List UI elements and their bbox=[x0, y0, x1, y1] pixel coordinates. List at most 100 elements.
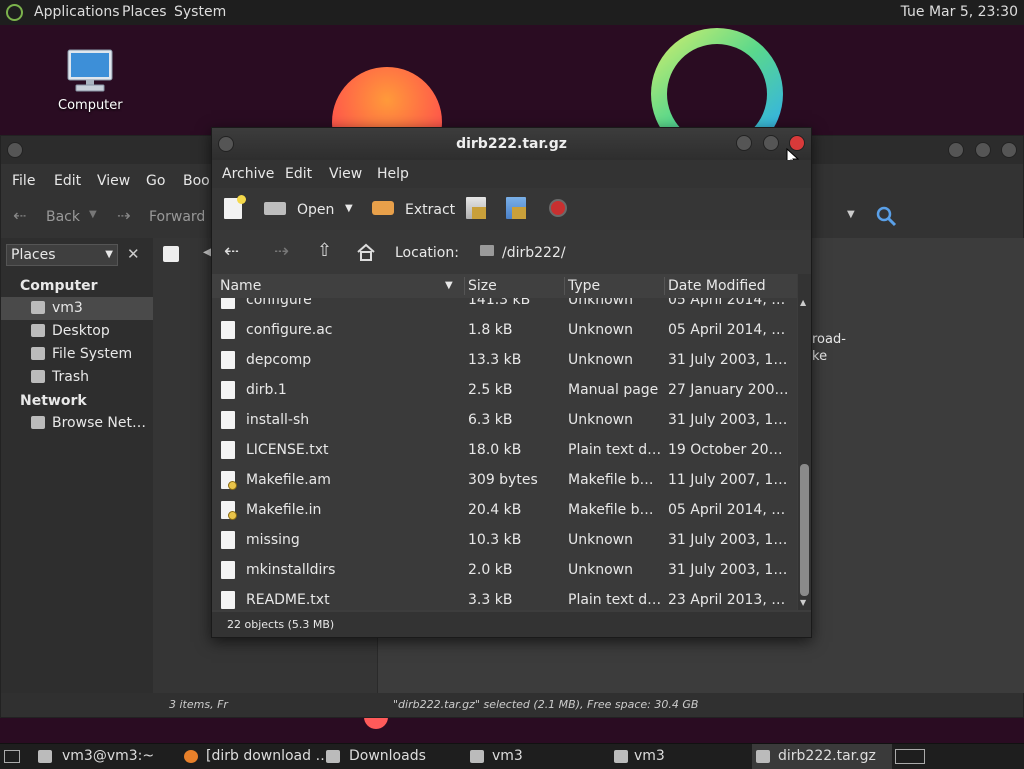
desktop-icon-computer[interactable]: Computer bbox=[58, 48, 123, 113]
close-sidebar-icon[interactable]: ✕ bbox=[127, 245, 140, 263]
task-terminal[interactable]: vm3@vm3:~ bbox=[34, 744, 174, 769]
add-files-icon[interactable] bbox=[466, 197, 486, 219]
minimize-button[interactable] bbox=[736, 135, 752, 151]
table-row[interactable]: dirb.1 2.5 kB Manual page 27 January 2009, … bbox=[212, 375, 797, 405]
table-row[interactable]: Makefile.am 309 bytes Makefile buil… 11 Jul… bbox=[212, 465, 797, 495]
file-icon bbox=[221, 561, 235, 579]
table-row[interactable]: configure.ac 1.8 kB Unknown 05 April 2014, … bbox=[212, 315, 797, 345]
new-archive-icon[interactable] bbox=[224, 195, 246, 219]
applications-menu[interactable]: Applications bbox=[34, 4, 120, 20]
archive-titlebar[interactable]: dirb222.tar.gz bbox=[212, 128, 811, 167]
back-arrow-icon[interactable]: ⇠ bbox=[13, 206, 26, 225]
maximize-button[interactable] bbox=[763, 135, 779, 151]
add-folder-icon[interactable] bbox=[506, 197, 526, 219]
menu-archive[interactable]: Archive bbox=[222, 166, 274, 182]
forward-button[interactable]: Forward bbox=[149, 209, 205, 225]
extract-icon[interactable] bbox=[372, 201, 394, 215]
file-list-header: Name ▼ Size Type Date Modified bbox=[212, 274, 797, 299]
sidebar-selector[interactable]: Places ▼ bbox=[6, 244, 118, 266]
file-icon bbox=[221, 321, 235, 339]
scroll-down-icon[interactable]: ▼ bbox=[800, 598, 806, 607]
column-header-size[interactable]: Size bbox=[468, 278, 497, 294]
places-menu[interactable]: Places bbox=[122, 4, 167, 20]
clock[interactable]: Tue Mar 5, 23:30 bbox=[901, 4, 1018, 20]
table-row[interactable]: install-sh 6.3 kB Unknown 31 July 2003, 17:… bbox=[212, 405, 797, 435]
close-button[interactable] bbox=[1001, 142, 1017, 158]
drive-open-icon[interactable] bbox=[264, 202, 286, 215]
up-arrow-icon[interactable]: ⇧ bbox=[317, 240, 332, 261]
menu-help[interactable]: Help bbox=[377, 166, 409, 182]
search-icon[interactable] bbox=[875, 205, 897, 227]
cell-size: 2.0 kB bbox=[468, 562, 513, 578]
open-dropdown-icon[interactable]: ▼ bbox=[345, 203, 353, 214]
cell-name: mkinstalldirs bbox=[246, 562, 336, 578]
edit-icon[interactable] bbox=[163, 246, 179, 262]
forward-arrow-icon[interactable]: ⇢ bbox=[117, 206, 130, 225]
table-row[interactable]: depcomp 13.3 kB Unknown 31 July 2003, 17:52 bbox=[212, 345, 797, 375]
open-button[interactable]: Open bbox=[297, 202, 334, 218]
table-row[interactable]: missing 10.3 kB Unknown 31 July 2003, 17:52 bbox=[212, 525, 797, 555]
task-downloads[interactable]: Downloads bbox=[322, 744, 462, 769]
folder-icon bbox=[480, 245, 494, 256]
show-desktop-icon[interactable] bbox=[4, 750, 20, 763]
menu-view[interactable]: View bbox=[329, 166, 362, 182]
sidebar-header-network: Network bbox=[20, 393, 87, 409]
sidebar-item-file-system[interactable]: File System bbox=[1, 343, 153, 366]
task-firefox[interactable]: [dirb download … bbox=[178, 744, 329, 769]
menu-edit[interactable]: Edit bbox=[54, 173, 81, 189]
status-right: "dirb222.tar.gz" selected (2.1 MB), Free… bbox=[393, 698, 699, 711]
location-dropdown-icon[interactable]: ▼ bbox=[847, 209, 855, 220]
folder-icon bbox=[326, 750, 340, 763]
cell-date: 31 July 2003, 17:52 bbox=[668, 412, 791, 428]
file-icon bbox=[221, 411, 235, 429]
back-button[interactable]: Back bbox=[46, 209, 80, 225]
column-header-date[interactable]: Date Modified bbox=[668, 278, 766, 294]
scrollbar-thumb[interactable] bbox=[800, 464, 809, 596]
cell-type: Manual page bbox=[568, 382, 659, 398]
task-vm3-1[interactable]: vm3 bbox=[466, 744, 606, 769]
forward-arrow-icon[interactable]: ⇢ bbox=[274, 241, 289, 262]
table-row-partial[interactable]: configure 141.3 kB Unknown 05 April 2014… bbox=[212, 298, 797, 315]
sidebar-item-label: Desktop bbox=[52, 323, 110, 339]
table-row[interactable]: Makefile.in 20.4 kB Makefile buil… 05 April… bbox=[212, 495, 797, 525]
sidebar-item-browse-network[interactable]: Browse Net… bbox=[1, 412, 153, 435]
sidebar-item-label: File System bbox=[52, 346, 133, 362]
sidebar-item-vm3[interactable]: vm3 bbox=[1, 297, 153, 320]
scroll-up-icon[interactable]: ▲ bbox=[800, 298, 806, 307]
menu-view[interactable]: View bbox=[97, 173, 130, 189]
workspace-switcher[interactable] bbox=[895, 749, 925, 764]
extract-button[interactable]: Extract bbox=[405, 202, 455, 218]
task-vm3-2[interactable]: vm3 bbox=[610, 744, 750, 769]
cell-type: Plain text do… bbox=[568, 442, 662, 458]
stop-icon[interactable] bbox=[549, 199, 567, 217]
table-row[interactable]: mkinstalldirs 2.0 kB Unknown 31 July 2003, … bbox=[212, 555, 797, 585]
status-left: 3 items, Fr bbox=[169, 698, 228, 711]
location-field[interactable]: /dirb222/ bbox=[470, 239, 805, 265]
distro-logo-icon[interactable] bbox=[6, 4, 23, 21]
drive-icon bbox=[31, 347, 45, 360]
maximize-button[interactable] bbox=[975, 142, 991, 158]
sidebar-item-trash[interactable]: Trash bbox=[1, 366, 153, 389]
table-row[interactable]: README.txt 3.3 kB Plain text do… 23 April 2… bbox=[212, 585, 797, 610]
archive-location-bar: ⇠ ⇢ ⇧ Location: /dirb222/ bbox=[212, 230, 811, 274]
sidebar-item-desktop[interactable]: Desktop bbox=[1, 320, 153, 343]
menu-edit[interactable]: Edit bbox=[285, 166, 312, 182]
system-menu[interactable]: System bbox=[174, 4, 226, 20]
table-row[interactable]: LICENSE.txt 18.0 kB Plain text do… 19 Octob… bbox=[212, 435, 797, 465]
window-menu-button[interactable] bbox=[7, 142, 23, 158]
menu-go[interactable]: Go bbox=[146, 173, 165, 189]
back-history-dropdown-icon[interactable]: ▼ bbox=[89, 209, 97, 220]
column-header-type[interactable]: Type bbox=[568, 278, 600, 294]
scrollbar[interactable]: ▲ ▼ bbox=[798, 274, 811, 610]
desktop-folder-icon bbox=[31, 324, 45, 337]
task-archive[interactable]: dirb222.tar.gz bbox=[752, 744, 892, 769]
location-label: Location: bbox=[395, 245, 459, 261]
minimize-button[interactable] bbox=[948, 142, 964, 158]
home-icon[interactable] bbox=[356, 243, 376, 261]
chevron-down-icon: ▼ bbox=[105, 249, 113, 260]
menu-file[interactable]: File bbox=[12, 173, 35, 189]
archive-menubar: Archive Edit View Help bbox=[212, 160, 811, 188]
column-header-name[interactable]: Name bbox=[220, 278, 261, 294]
back-arrow-icon[interactable]: ⇠ bbox=[224, 241, 239, 262]
cell-date: 23 April 2013, 18:28 bbox=[668, 592, 791, 608]
